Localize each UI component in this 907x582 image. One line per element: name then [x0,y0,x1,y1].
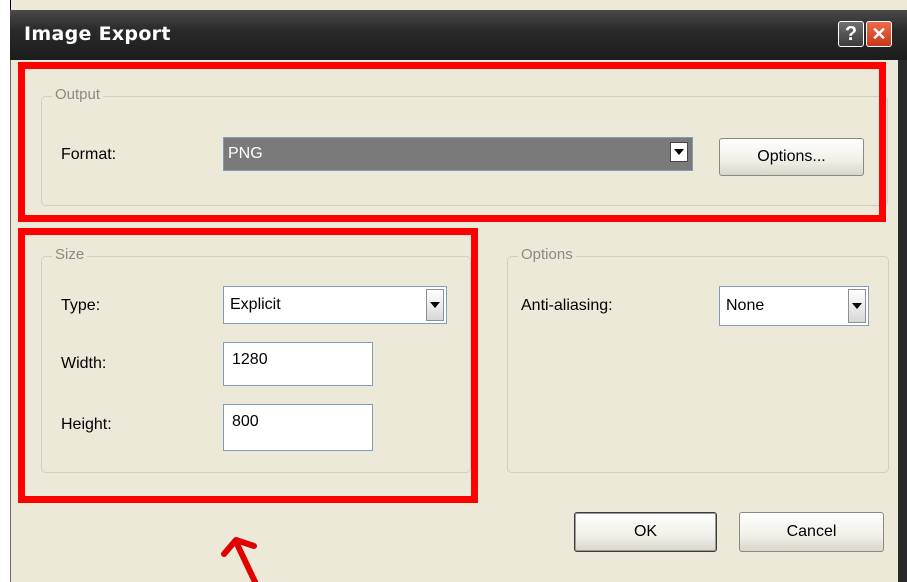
antialiasing-label: Anti-aliasing: [521,297,613,314]
cancel-button[interactable]: Cancel [739,512,884,552]
help-icon: ? [844,22,858,45]
size-highlight-box [18,228,478,503]
window-border-right [898,60,907,582]
help-button[interactable]: ? [838,21,864,47]
antialiasing-dropdown-arrow[interactable] [848,289,866,323]
close-icon: ✕ [871,23,887,44]
chevron-down-icon [852,303,862,309]
antialiasing-select[interactable]: None [719,286,869,326]
title-bar[interactable]: Image Export ? ✕ [10,10,907,60]
close-button[interactable]: ✕ [866,21,892,47]
image-export-dialog: Image Export ? ✕ Output Format: PNG Opti… [0,0,907,582]
output-highlight-box [18,62,886,222]
dialog-title: Image Export [24,23,171,45]
annotation-arrow-icon [221,537,259,582]
ok-button[interactable]: OK [574,512,717,552]
options-group-label: Options [518,246,576,263]
antialiasing-value: None [726,297,765,314]
